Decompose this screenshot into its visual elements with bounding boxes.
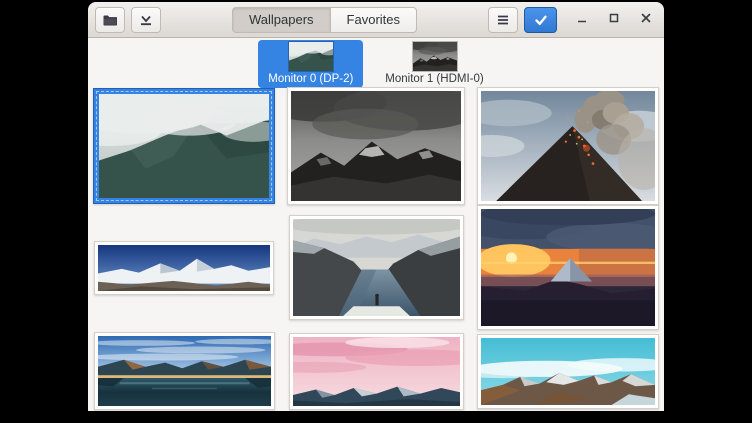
go-bottom-icon bbox=[138, 12, 154, 28]
monitor-1-thumbnail bbox=[413, 42, 457, 71]
close-icon bbox=[639, 11, 653, 28]
wallpaper-thumbnail-foggy-teal-mountain[interactable] bbox=[93, 88, 275, 204]
monitor-1-label: Monitor 1 (HDMI-0) bbox=[385, 73, 483, 85]
position-button[interactable] bbox=[131, 7, 161, 33]
minimize-button[interactable] bbox=[571, 9, 593, 31]
monitor-0-thumbnail bbox=[289, 42, 333, 71]
wallpaper-thumbnail-monochrome-storm-peaks[interactable] bbox=[287, 87, 465, 205]
headerbar-left-group bbox=[95, 7, 161, 33]
wallpaper-thumbnail-mountain-lake-reflection[interactable] bbox=[94, 332, 275, 410]
wallpaper-thumbnail-pink-pastel-sky-peaks[interactable] bbox=[289, 333, 464, 410]
maximize-button[interactable] bbox=[603, 9, 625, 31]
wallpaper-thumbnail-fjord-aerial-view[interactable] bbox=[289, 215, 464, 320]
maximize-icon bbox=[607, 11, 621, 28]
folder-open-icon bbox=[102, 12, 118, 28]
window-controls bbox=[571, 9, 657, 31]
headerbar: Wallpapers Favorites bbox=[88, 2, 664, 38]
wallpaper-thumbnail-turquoise-sky-snow-mountains[interactable] bbox=[477, 334, 659, 409]
view-switcher: Wallpapers Favorites bbox=[232, 7, 417, 33]
open-folder-button[interactable] bbox=[95, 7, 125, 33]
wallpaper-thumbnail-mountain-sunset-aerial[interactable] bbox=[477, 205, 659, 330]
monitor-0-label: Monitor 0 (DP-2) bbox=[268, 73, 353, 85]
monitor-item-0[interactable]: Monitor 0 (DP-2) bbox=[258, 40, 363, 88]
monitor-selector: Monitor 0 (DP-2) Monitor 1 (HDMI-0) bbox=[88, 38, 664, 88]
wallpaper-thumbnail-erupting-volcano[interactable] bbox=[477, 87, 659, 205]
headerbar-right-group bbox=[488, 7, 657, 33]
wallpaper-grid bbox=[88, 88, 664, 411]
apply-button[interactable] bbox=[524, 7, 557, 33]
wallpaper-thumbnail-snowy-panorama-blue-sky[interactable] bbox=[94, 241, 274, 295]
wallpaper-picker-window: Wallpapers Favorites bbox=[88, 2, 664, 411]
minimize-icon bbox=[575, 11, 589, 28]
tab-favorites[interactable]: Favorites bbox=[330, 7, 417, 33]
tab-wallpapers[interactable]: Wallpapers bbox=[232, 7, 330, 33]
monitor-item-1[interactable]: Monitor 1 (HDMI-0) bbox=[375, 40, 493, 88]
menu-icon bbox=[495, 12, 511, 28]
apply-check-icon bbox=[533, 12, 549, 28]
close-button[interactable] bbox=[635, 9, 657, 31]
menu-button[interactable] bbox=[488, 7, 518, 33]
